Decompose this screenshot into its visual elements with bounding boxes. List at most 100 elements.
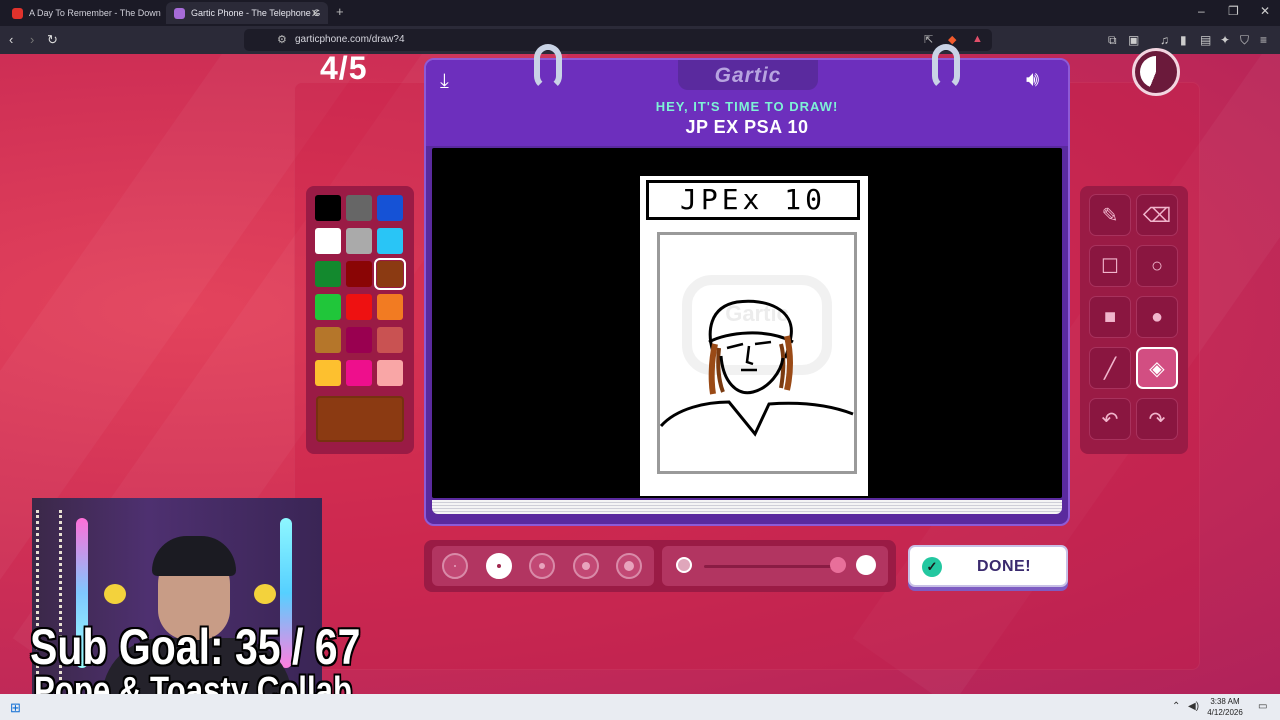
share-icon[interactable]: ⇱ — [924, 33, 933, 46]
gartic-icon — [174, 7, 185, 19]
drawing-canvas[interactable]: JPEx 10 Gartic — [432, 148, 1062, 498]
done-label: DONE! — [976, 558, 1032, 575]
bucket-fill-tool[interactable]: ◈ — [1136, 347, 1178, 389]
notification-icon[interactable]: ▭ — [1258, 701, 1267, 712]
redo-icon: ↷ — [1148, 408, 1166, 431]
forward-icon[interactable]: › — [30, 32, 34, 47]
brush-size-option[interactable] — [529, 553, 555, 579]
site-info-icon[interactable]: ⚙ — [277, 33, 287, 46]
timer-icon — [1132, 48, 1180, 96]
windows-start-icon[interactable]: ⊞ — [10, 700, 21, 716]
restore-icon[interactable]: ❐ — [1228, 4, 1239, 18]
rectangle-outline-tool[interactable]: ☐ — [1089, 245, 1131, 287]
color-swatch[interactable] — [315, 294, 341, 320]
back-icon[interactable]: ‹ — [9, 32, 13, 47]
rectangle-fill-icon: ■ — [1103, 305, 1117, 328]
opacity-min-icon — [676, 557, 692, 573]
brush-size-option[interactable] — [442, 553, 468, 579]
streamer-beanie — [152, 536, 236, 576]
new-tab-icon[interactable]: + — [336, 4, 344, 19]
done-button[interactable]: ✓ DONE! — [908, 545, 1068, 587]
volume-icon[interactable]: 🔊︎ — [1026, 68, 1039, 92]
wallet-icon[interactable]: ▣ — [1128, 33, 1139, 47]
brush-controls — [424, 540, 896, 592]
redo-tool[interactable]: ↷ — [1136, 398, 1178, 440]
brush-size-dot — [454, 565, 456, 567]
browser-tab-bar: A Day To Remember - The Down Gartic Phon… — [0, 0, 1280, 26]
close-window-icon[interactable]: ✕ — [1260, 4, 1270, 18]
tab-title: A Day To Remember - The Down — [29, 8, 161, 18]
color-swatch[interactable] — [377, 327, 403, 353]
reload-icon[interactable]: ↻ — [47, 32, 58, 48]
color-swatch[interactable] — [315, 261, 341, 287]
color-swatch[interactable] — [346, 228, 372, 254]
rectangle-fill-tool[interactable]: ■ — [1089, 296, 1131, 338]
windows-taskbar: ⊞ ⌃ ◀) 3:38 AM 4/12/2026 ▭ — [0, 694, 1280, 720]
opacity-slider[interactable] — [662, 546, 888, 586]
extensions-icon[interactable]: ⧉ — [1108, 33, 1117, 48]
leo-icon[interactable]: ✦ — [1220, 33, 1230, 47]
ellipse-fill-icon: ● — [1150, 305, 1164, 328]
download-icon[interactable]: ⤓ — [440, 70, 449, 93]
tab-youtube[interactable]: A Day To Remember - The Down — [4, 2, 164, 24]
system-clock[interactable]: 3:38 AM 4/12/2026 — [1200, 696, 1250, 718]
color-swatch[interactable] — [315, 360, 341, 386]
current-color-swatch — [316, 396, 404, 442]
color-swatch[interactable] — [346, 195, 372, 221]
ellipse-outline-tool[interactable]: ○ — [1136, 245, 1178, 287]
color-swatch[interactable] — [315, 195, 341, 221]
gartic-logo: Gartic — [714, 64, 782, 87]
pencil-tool[interactable]: ✎ — [1089, 194, 1131, 236]
drawn-card: JPEx 10 Gartic — [640, 176, 868, 496]
color-swatch[interactable] — [377, 228, 403, 254]
eraser-tool[interactable]: ⌫ — [1136, 194, 1178, 236]
clock-date: 4/12/2026 — [1207, 708, 1243, 717]
rewards-icon[interactable]: ▲ — [972, 33, 983, 45]
brush-size-selector — [432, 546, 654, 586]
color-swatch[interactable] — [346, 261, 372, 287]
round-counter: 4/5 — [320, 50, 368, 86]
media-icon[interactable]: ♫ — [1160, 33, 1169, 47]
drawn-portrait — [659, 299, 854, 437]
plush-toy — [104, 584, 126, 604]
color-swatch[interactable] — [377, 360, 403, 386]
color-swatch[interactable] — [346, 294, 372, 320]
close-tab-icon[interactable]: ✕ — [311, 7, 320, 20]
opacity-max-icon — [856, 555, 876, 575]
wallet2-icon[interactable]: ▤ — [1200, 33, 1211, 47]
menu-icon[interactable]: ≡ — [1260, 33, 1267, 47]
drawn-card-label: JPEx 10 — [646, 180, 860, 220]
ellipse-fill-tool[interactable]: ● — [1136, 296, 1178, 338]
line-tool[interactable]: ╱ — [1089, 347, 1131, 389]
vpn-icon[interactable]: ⛉ — [1240, 33, 1249, 48]
opacity-track[interactable] — [704, 565, 836, 568]
color-swatch[interactable] — [377, 294, 403, 320]
url-field[interactable]: ⚙ garticphone.com/draw?4 ⇱ ◆ ▲ — [244, 29, 992, 51]
check-icon: ✓ — [922, 557, 942, 577]
brush-size-option[interactable] — [572, 553, 599, 579]
sidebar-icon[interactable]: ▮ — [1180, 33, 1187, 47]
color-swatch[interactable] — [346, 360, 372, 386]
brush-size-option[interactable] — [485, 553, 512, 579]
tool-panel: ✎ ⌫ ☐ ○ ■ ● ╱ ◈ ↶ ↷ — [1080, 186, 1188, 454]
brush-size-dot — [496, 564, 501, 568]
tray-chevron-icon[interactable]: ⌃ — [1172, 701, 1180, 712]
color-swatch[interactable] — [374, 258, 406, 290]
color-swatch[interactable] — [315, 228, 341, 254]
draw-prompt: JP EX PSA 10 — [685, 117, 809, 137]
undo-tool[interactable]: ↶ — [1089, 398, 1131, 440]
timer-progress — [1140, 56, 1172, 88]
tab-title: Gartic Phone - The Telephone G — [191, 8, 321, 18]
tab-gartic[interactable]: Gartic Phone - The Telephone G ✕ — [166, 2, 328, 24]
color-swatch[interactable] — [346, 327, 372, 353]
speaker-icon[interactable]: ◀) — [1188, 701, 1199, 712]
draw-instruction: HEY, IT'S TIME TO DRAW! — [655, 99, 839, 114]
color-swatch[interactable] — [315, 327, 341, 353]
opacity-handle[interactable] — [830, 557, 846, 573]
logo-tab: Gartic — [678, 60, 818, 90]
minimize-icon[interactable]: – — [1198, 4, 1205, 18]
color-swatch[interactable] — [377, 195, 403, 221]
brush-size-option[interactable] — [616, 553, 642, 579]
pencil-icon: ✎ — [1101, 204, 1119, 227]
notebook-header: Gartic ⤓ 🔊︎ HEY, IT'S TIME TO DRAW! JP E… — [426, 60, 1068, 146]
